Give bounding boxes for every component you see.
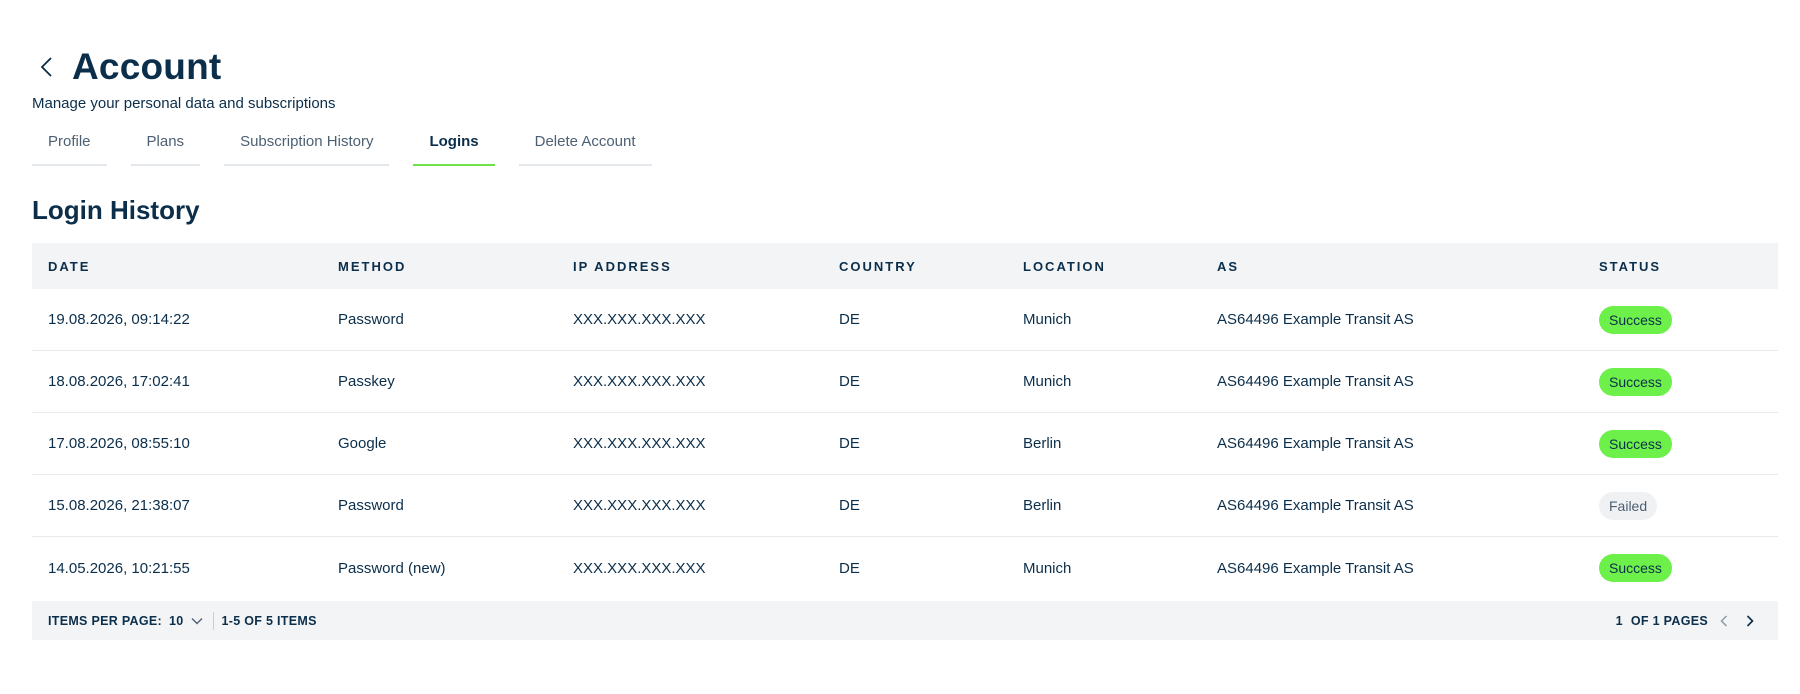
cell-location: Berlin: [1023, 497, 1062, 514]
cell-date: 18.08.2026, 17:02:41: [48, 373, 190, 390]
chevron-right-icon: [1746, 614, 1754, 627]
cell-method: Passkey: [338, 373, 395, 390]
cell-date: 14.05.2026, 10:21:55: [48, 559, 190, 577]
status-badge: Success: [1599, 367, 1672, 396]
cell-ip-address: XXX.XXX.XXX.XXX: [573, 311, 706, 328]
cell-date: 17.08.2026, 08:55:10: [48, 435, 190, 452]
cell-status: Success: [1583, 367, 1778, 396]
page-title: Account: [72, 46, 222, 87]
cell-location: Berlin: [1023, 435, 1062, 452]
pagination-left: ITEMS PER PAGE: 10 1-5 OF 5 ITEMS: [32, 611, 317, 630]
cell-status: Success: [1583, 429, 1778, 458]
table-row: 18.08.2026, 17:02:41 Passkey XXX.XXX.XXX…: [32, 351, 1778, 413]
items-range-text: 1-5 OF 5 ITEMS: [221, 613, 317, 628]
cell-method: Password (new): [338, 559, 446, 577]
cell-ip-address: XXX.XXX.XXX.XXX: [573, 497, 706, 514]
cell-date: 15.08.2026, 21:38:07: [48, 497, 190, 514]
cell-status: Success: [1583, 554, 1778, 582]
cell-status: Failed: [1583, 491, 1778, 520]
pagination-right: 1 OF 1 PAGES: [1616, 611, 1778, 631]
table-header: DATE METHOD IP ADDRESS COUNTRY LOCATION …: [32, 243, 1778, 289]
cell-as: AS64496 Example Transit AS: [1217, 373, 1414, 390]
tab-bar: Profile Plans Subscription History Login…: [32, 128, 676, 166]
chevron-left-icon: [40, 57, 52, 77]
table-row: 19.08.2026, 09:14:22 Password XXX.XXX.XX…: [32, 289, 1778, 351]
chevron-left-icon: [1720, 615, 1727, 626]
tab-plans[interactable]: Plans: [130, 128, 201, 166]
cell-date: 19.08.2026, 09:14:22: [48, 311, 190, 328]
items-per-page-value: 10: [169, 613, 184, 628]
column-header-date[interactable]: DATE: [32, 259, 322, 274]
status-badge: Success: [1599, 429, 1672, 458]
column-header-country[interactable]: COUNTRY: [823, 259, 1007, 274]
previous-page-button[interactable]: [1714, 611, 1734, 631]
chevron-down-icon: [191, 617, 203, 624]
table-pagination: ITEMS PER PAGE: 10 1-5 OF 5 ITEMS 1 OF 1…: [32, 601, 1778, 640]
cell-as: AS64496 Example Transit AS: [1217, 311, 1414, 328]
tab-profile[interactable]: Profile: [32, 128, 107, 166]
next-page-button[interactable]: [1740, 611, 1760, 631]
column-header-location[interactable]: LOCATION: [1007, 259, 1201, 274]
table-row: 17.08.2026, 08:55:10 Google XXX.XXX.XXX.…: [32, 413, 1778, 475]
cell-as: AS64496 Example Transit AS: [1217, 497, 1414, 514]
cell-country: DE: [839, 497, 860, 514]
tab-delete-account[interactable]: Delete Account: [518, 128, 652, 166]
current-page[interactable]: 1: [1616, 614, 1623, 628]
cell-ip-address: XXX.XXX.XXX.XXX: [573, 435, 706, 452]
pages-text: OF 1 PAGES: [1630, 613, 1708, 628]
tab-subscription-history[interactable]: Subscription History: [224, 128, 390, 166]
tab-logins[interactable]: Logins: [413, 128, 495, 166]
column-header-as[interactable]: AS: [1201, 259, 1583, 274]
cell-country: DE: [839, 559, 860, 577]
column-header-status[interactable]: STATUS: [1583, 259, 1778, 274]
cell-method: Password: [338, 311, 404, 328]
cell-country: DE: [839, 435, 860, 452]
items-per-page-label: ITEMS PER PAGE:: [48, 613, 163, 628]
cell-country: DE: [839, 373, 860, 390]
section-title: Login History: [32, 195, 200, 225]
cell-as: AS64496 Example Transit AS: [1217, 435, 1414, 452]
status-badge: Success: [1599, 554, 1672, 582]
cell-ip-address: XXX.XXX.XXX.XXX: [573, 373, 706, 390]
table-row: 15.08.2026, 21:38:07 Password XXX.XXX.XX…: [32, 475, 1778, 537]
cell-location: Munich: [1023, 559, 1072, 577]
back-button[interactable]: [32, 49, 60, 85]
cell-location: Munich: [1023, 311, 1072, 328]
divider: [212, 611, 214, 630]
cell-method: Password: [338, 497, 404, 514]
column-header-method[interactable]: METHOD: [322, 259, 557, 274]
status-badge: Success: [1599, 305, 1672, 334]
cell-status: Success: [1583, 305, 1778, 334]
items-per-page-select[interactable]: 10: [169, 614, 203, 628]
page-header: Account: [32, 46, 221, 88]
cell-country: DE: [839, 311, 860, 328]
login-history-table: DATE METHOD IP ADDRESS COUNTRY LOCATION …: [32, 243, 1778, 599]
column-header-ip-address[interactable]: IP ADDRESS: [557, 259, 823, 274]
cell-ip-address: XXX.XXX.XXX.XXX: [573, 559, 706, 577]
cell-location: Munich: [1023, 373, 1072, 390]
table-row: 14.05.2026, 10:21:55 Password (new) XXX.…: [32, 537, 1778, 599]
cell-as: AS64496 Example Transit AS: [1217, 559, 1414, 577]
page-subtitle: Manage your personal data and subscripti…: [32, 95, 336, 112]
status-badge: Failed: [1599, 491, 1658, 520]
cell-method: Google: [338, 435, 387, 452]
